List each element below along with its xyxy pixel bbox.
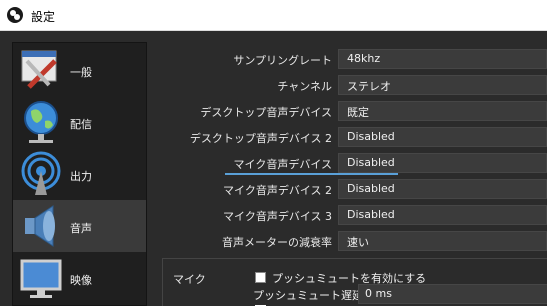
mic-group-title: マイク bbox=[173, 273, 206, 286]
sidebar-item-output[interactable]: 出力 bbox=[13, 148, 146, 200]
sidebar-item-label: 映像 bbox=[70, 274, 92, 287]
mic-audio-2-label: マイク音声デバイス 2 bbox=[223, 184, 332, 197]
sidebar-item-general[interactable]: 一般 bbox=[13, 44, 146, 96]
mic-audio-label: マイク音声デバイス bbox=[233, 158, 332, 171]
mic-audio-select[interactable]: Disabled bbox=[338, 153, 547, 173]
title-bar: 設定 bbox=[0, 0, 547, 31]
desktop-audio-2-label: デスクトップ音声デバイス 2 bbox=[189, 132, 332, 145]
desktop-audio-2-select[interactable]: Disabled bbox=[338, 127, 547, 147]
channels-label: チャンネル bbox=[277, 80, 332, 93]
mic-group-box: マイク プッシュミュートを有効にする プッシュミュート遅延 0 ms bbox=[162, 258, 547, 306]
sample-rate-row: サンプリングレート 48khz bbox=[156, 47, 547, 71]
desktop-audio-2-row: デスクトップ音声デバイス 2 Disabled bbox=[156, 125, 547, 149]
sidebar-item-audio[interactable]: 音声 bbox=[13, 200, 146, 252]
mic-audio-3-select[interactable]: Disabled bbox=[338, 205, 547, 225]
tools-icon bbox=[21, 50, 57, 89]
sidebar-item-label: 出力 bbox=[70, 170, 92, 183]
window-title: 設定 bbox=[31, 10, 56, 24]
channels-select[interactable]: ステレオ bbox=[338, 75, 547, 95]
desktop-audio-label: デスクトップ音声デバイス bbox=[200, 106, 332, 119]
globe-icon bbox=[24, 101, 58, 143]
obs-logo-icon bbox=[7, 7, 23, 23]
mic-audio-row: マイク音声デバイス Disabled bbox=[156, 151, 547, 175]
mic-audio-2-row: マイク音声デバイス 2 Disabled bbox=[156, 177, 547, 201]
desktop-audio-select[interactable]: 既定 bbox=[338, 101, 547, 121]
speaker-icon bbox=[25, 205, 55, 247]
sidebar-item-label: 配信 bbox=[70, 118, 92, 131]
sidebar-item-stream[interactable]: 配信 bbox=[13, 96, 146, 148]
monitor-icon bbox=[20, 259, 62, 298]
mic-audio-3-label: マイク音声デバイス 3 bbox=[223, 210, 332, 223]
meter-decay-label: 音声メーターの減衰率 bbox=[222, 236, 332, 249]
checkbox-icon bbox=[255, 272, 266, 283]
sample-rate-select[interactable]: 48khz bbox=[338, 49, 547, 69]
channels-row: チャンネル ステレオ bbox=[156, 73, 547, 97]
meter-decay-row: 音声メーターの減衰率 速い bbox=[156, 229, 547, 253]
sidebar-item-video[interactable]: 映像 bbox=[13, 252, 146, 304]
sample-rate-label: サンプリングレート bbox=[233, 54, 332, 67]
antenna-icon bbox=[21, 151, 61, 195]
meter-decay-select[interactable]: 速い bbox=[338, 231, 547, 251]
settings-sidebar: 一般 配信 出力 音声 映像 bbox=[12, 42, 147, 306]
desktop-audio-row: デスクトップ音声デバイス 既定 bbox=[156, 99, 547, 123]
mic-audio-2-select[interactable]: Disabled bbox=[338, 179, 547, 199]
highlight-underline bbox=[225, 173, 398, 175]
sidebar-item-label: 音声 bbox=[70, 222, 92, 235]
push-to-mute-delay-label: プッシュミュート遅延 bbox=[253, 289, 363, 302]
push-to-mute-delay-input[interactable]: 0 ms bbox=[358, 284, 547, 304]
mic-audio-3-row: マイク音声デバイス 3 Disabled bbox=[156, 203, 547, 227]
sidebar-item-label: 一般 bbox=[70, 66, 92, 79]
